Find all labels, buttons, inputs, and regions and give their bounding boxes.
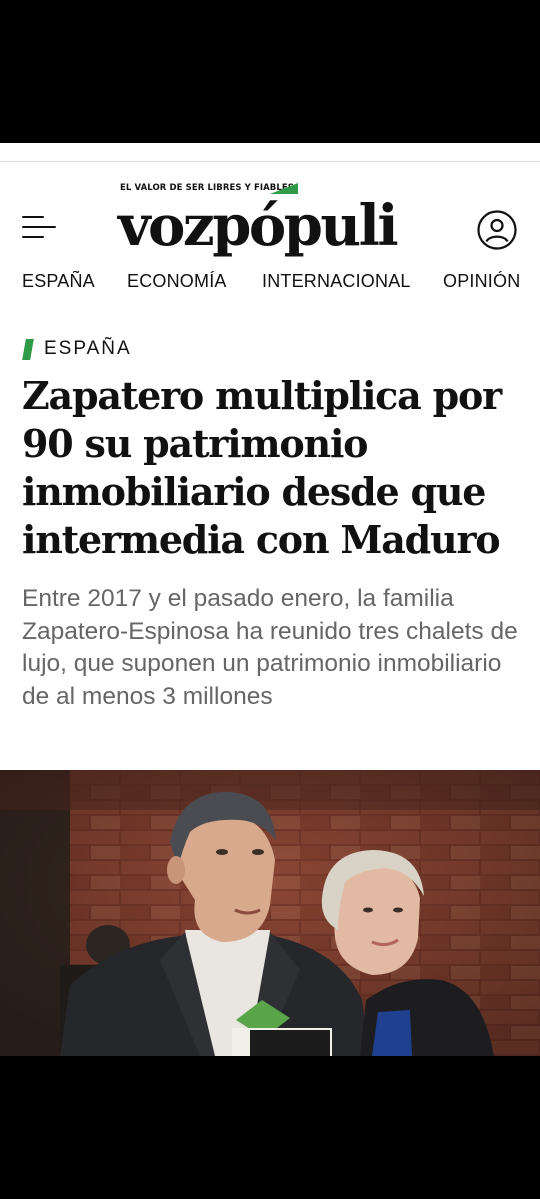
user-account-icon[interactable] <box>477 210 517 250</box>
section-accent-bar <box>22 339 34 360</box>
nav-item-internacional[interactable]: INTERNACIONAL <box>262 271 411 292</box>
article-page: EL VALOR DE SER LIBRES Y FIABLES vozpópu… <box>0 143 540 1056</box>
nav-item-espana[interactable]: ESPAÑA <box>22 271 95 292</box>
top-divider <box>0 143 540 162</box>
article-headline: Zapatero multiplica por 90 su patrimonio… <box>22 373 502 562</box>
article-subtitle: Entre 2017 y el pasado enero, la familia… <box>22 585 518 710</box>
article-photo <box>0 770 540 1056</box>
site-logo[interactable]: EL VALOR DE SER LIBRES Y FIABLES vozpópu… <box>118 182 422 262</box>
section-label[interactable]: ESPAÑA <box>44 338 132 360</box>
nav-item-economia[interactable]: ECONOMÍA <box>127 271 227 292</box>
section-nav: ESPAÑA ECONOMÍA INTERNACIONAL OPINIÓN <box>0 271 540 301</box>
hamburger-menu-icon[interactable] <box>22 216 56 240</box>
status-bar-area <box>0 0 540 143</box>
logo-tagline: EL VALOR DE SER LIBRES Y FIABLES <box>120 183 295 193</box>
logo-wordmark: vozpópuli <box>118 193 399 259</box>
navigation-bar-area <box>0 1056 540 1199</box>
nav-item-opinion[interactable]: OPINIÓN <box>443 271 520 292</box>
site-header: EL VALOR DE SER LIBRES Y FIABLES vozpópu… <box>0 162 540 260</box>
